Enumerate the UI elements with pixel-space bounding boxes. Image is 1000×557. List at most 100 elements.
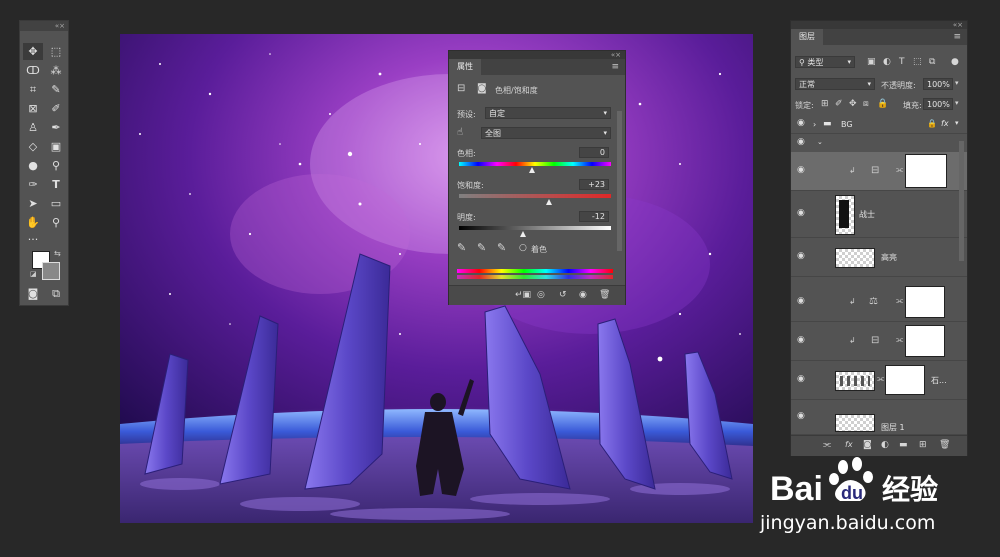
eyedropper-plus-icon[interactable]: ✎ xyxy=(477,241,486,254)
visibility-eye-icon[interactable]: ◉ xyxy=(797,165,805,175)
reset-icon[interactable]: ↺ xyxy=(559,290,567,300)
lock-artboard-icon[interactable]: ⧈ xyxy=(863,99,869,109)
eyedropper-icon[interactable]: ✎ xyxy=(457,241,466,254)
blur-tool-icon[interactable]: ● xyxy=(23,157,43,174)
stamp-tool-icon[interactable]: ♙ xyxy=(23,119,43,136)
panel-menu-icon[interactable]: ≡ xyxy=(611,59,619,75)
layer-row-layer-1[interactable]: ◉ 图层 1 xyxy=(791,400,967,435)
lock-position-icon[interactable]: ✥ xyxy=(849,99,857,109)
properties-panel-titlebar[interactable]: «× xyxy=(449,51,625,59)
history-brush-tool-icon[interactable]: ✒ xyxy=(46,119,66,136)
magic-wand-tool-icon[interactable]: ⁂ xyxy=(46,62,66,79)
background-color-swatch[interactable] xyxy=(42,262,60,280)
chevron-down-icon[interactable]: ⌄ xyxy=(817,138,823,146)
type-tool-icon[interactable]: T xyxy=(46,176,66,193)
opacity-field[interactable]: 100% xyxy=(923,78,953,90)
filter-adjustment-icon[interactable]: ◐ xyxy=(883,57,891,67)
add-style-icon[interactable]: fx xyxy=(845,440,853,449)
dodge-tool-icon[interactable]: ⚲ xyxy=(46,157,66,174)
layer-row-hue-saturation[interactable]: ◉ ↲ ⊟ ⫘ xyxy=(791,152,967,191)
chevron-right-icon[interactable]: › xyxy=(813,120,816,129)
lightness-slider-track[interactable] xyxy=(459,226,611,230)
delete-icon[interactable]: 🗑 xyxy=(599,290,610,300)
visibility-eye-icon[interactable]: ◉ xyxy=(797,208,805,218)
saturation-slider-thumb[interactable] xyxy=(546,199,552,205)
add-mask-icon[interactable]: ◙ xyxy=(863,440,872,450)
visibility-eye-icon[interactable]: ◉ xyxy=(797,137,805,147)
gradient-tool-icon[interactable]: ▣ xyxy=(46,138,66,155)
visibility-eye-icon[interactable]: ◉ xyxy=(797,118,805,128)
brush-tool-icon[interactable]: ✐ xyxy=(46,100,66,117)
path-select-tool-icon[interactable]: ➤ xyxy=(23,195,43,212)
filter-shape-icon[interactable]: ⬚ xyxy=(913,57,922,67)
eyedropper-minus-icon[interactable]: ✎ xyxy=(497,241,506,254)
layer-row-adjustment-2[interactable]: ◉ ↲ ⊟ ⫘ xyxy=(791,322,967,361)
delete-layer-icon[interactable]: 🗑 xyxy=(939,440,950,450)
layers-panel-titlebar[interactable]: «× xyxy=(791,21,967,29)
screen-mode-icon[interactable]: ⧉ xyxy=(46,285,66,302)
new-layer-icon[interactable]: ⊞ xyxy=(919,440,927,450)
hue-slider-thumb[interactable] xyxy=(529,167,535,173)
layer-row-stones[interactable]: ◉ ⫘ 石... xyxy=(791,361,967,400)
visibility-eye-icon[interactable]: ◉ xyxy=(797,296,805,306)
hand-tool-icon[interactable]: ✋ xyxy=(23,214,43,231)
visibility-eye-icon[interactable]: ◉ xyxy=(579,290,587,300)
channel-dropdown[interactable]: 全图 ▾ xyxy=(481,127,611,139)
lock-pixels-icon[interactable]: ✐ xyxy=(835,99,843,109)
filter-smart-object-icon[interactable]: ⧉ xyxy=(929,57,935,67)
layer-row-levels[interactable]: ◉ ↲ ⚖ ⫘ xyxy=(791,283,967,322)
new-adjustment-icon[interactable]: ◐ xyxy=(881,440,889,450)
frame-tool-icon[interactable]: ⊠ xyxy=(23,100,43,117)
lock-transparent-icon[interactable]: ⊞ xyxy=(821,99,829,109)
lock-all-icon[interactable]: 🔒 xyxy=(877,99,888,109)
link-layers-icon[interactable]: ⫘ xyxy=(823,440,831,450)
targeted-adjustment-hand-icon[interactable]: ☝ xyxy=(457,127,463,138)
chevron-down-icon[interactable]: ▾ xyxy=(955,99,959,107)
lightness-slider-thumb[interactable] xyxy=(520,231,526,237)
default-colors-icon[interactable]: ◪ xyxy=(30,270,37,278)
fx-badge[interactable]: fx xyxy=(941,119,949,128)
tab-layers[interactable]: 图层 xyxy=(791,29,823,45)
mask-icon[interactable]: ◙ xyxy=(477,83,487,94)
lightness-value-field[interactable]: -12 xyxy=(579,211,609,222)
eyedropper-tool-icon[interactable]: ✎ xyxy=(46,81,66,98)
more-tools-icon[interactable]: ··· xyxy=(23,231,43,248)
quick-mask-icon[interactable]: ◙ xyxy=(23,285,43,302)
swap-colors-icon[interactable]: ⇆ xyxy=(54,249,61,258)
layer-row-highlight[interactable]: ◉ 高亮 xyxy=(791,238,967,277)
crop-tool-icon[interactable]: ⌗ xyxy=(23,81,43,98)
hue-value-field[interactable]: 0 xyxy=(579,147,609,158)
blend-mode-dropdown[interactable]: 正常 ▾ xyxy=(795,78,875,90)
chevron-down-icon[interactable]: ▾ xyxy=(955,119,959,127)
marquee-tool-icon[interactable]: ⬚ xyxy=(46,43,66,60)
colorize-checkbox[interactable]: ○ xyxy=(519,243,527,253)
view-previous-icon[interactable]: ◎ xyxy=(537,290,545,300)
new-group-icon[interactable]: ▬ xyxy=(899,440,908,450)
lasso-tool-icon[interactable]: ↀ xyxy=(23,62,43,79)
fill-field[interactable]: 100% xyxy=(923,98,953,110)
layer-filter-dropdown[interactable]: ⚲ 类型 ▾ xyxy=(795,56,855,68)
visibility-eye-icon[interactable]: ◉ xyxy=(797,374,805,384)
visibility-eye-icon[interactable]: ◉ xyxy=(797,411,805,421)
panel-menu-icon[interactable]: ≡ xyxy=(953,29,961,45)
layers-scrollbar[interactable] xyxy=(959,141,964,261)
clip-to-layer-icon[interactable]: ↵▣ xyxy=(515,290,531,300)
saturation-slider-track[interactable] xyxy=(459,194,611,198)
filter-toggle-icon[interactable]: ● xyxy=(951,57,959,67)
visibility-eye-icon[interactable]: ◉ xyxy=(797,251,805,261)
visibility-eye-icon[interactable]: ◉ xyxy=(797,335,805,345)
eraser-tool-icon[interactable]: ◇ xyxy=(23,138,43,155)
preset-dropdown[interactable]: 自定 ▾ xyxy=(485,107,611,119)
filter-pixel-icon[interactable]: ▣ xyxy=(867,57,876,67)
document-canvas[interactable] xyxy=(120,34,753,523)
filter-type-icon[interactable]: T xyxy=(899,57,905,67)
rectangle-tool-icon[interactable]: ▭ xyxy=(46,195,66,212)
pen-tool-icon[interactable]: ✑ xyxy=(23,176,43,193)
zoom-tool-icon[interactable]: ⚲ xyxy=(46,214,66,231)
properties-scrollbar[interactable] xyxy=(617,111,622,251)
layer-row-warrior[interactable]: ◉ 战士 xyxy=(791,191,967,238)
chevron-down-icon[interactable]: ▾ xyxy=(955,79,959,87)
tools-panel-grip[interactable]: «× xyxy=(20,21,68,31)
layer-group-row[interactable]: ◉ › ▬ BG 🔒 fx ▾ xyxy=(791,115,967,134)
tab-properties[interactable]: 属性 xyxy=(449,59,481,75)
